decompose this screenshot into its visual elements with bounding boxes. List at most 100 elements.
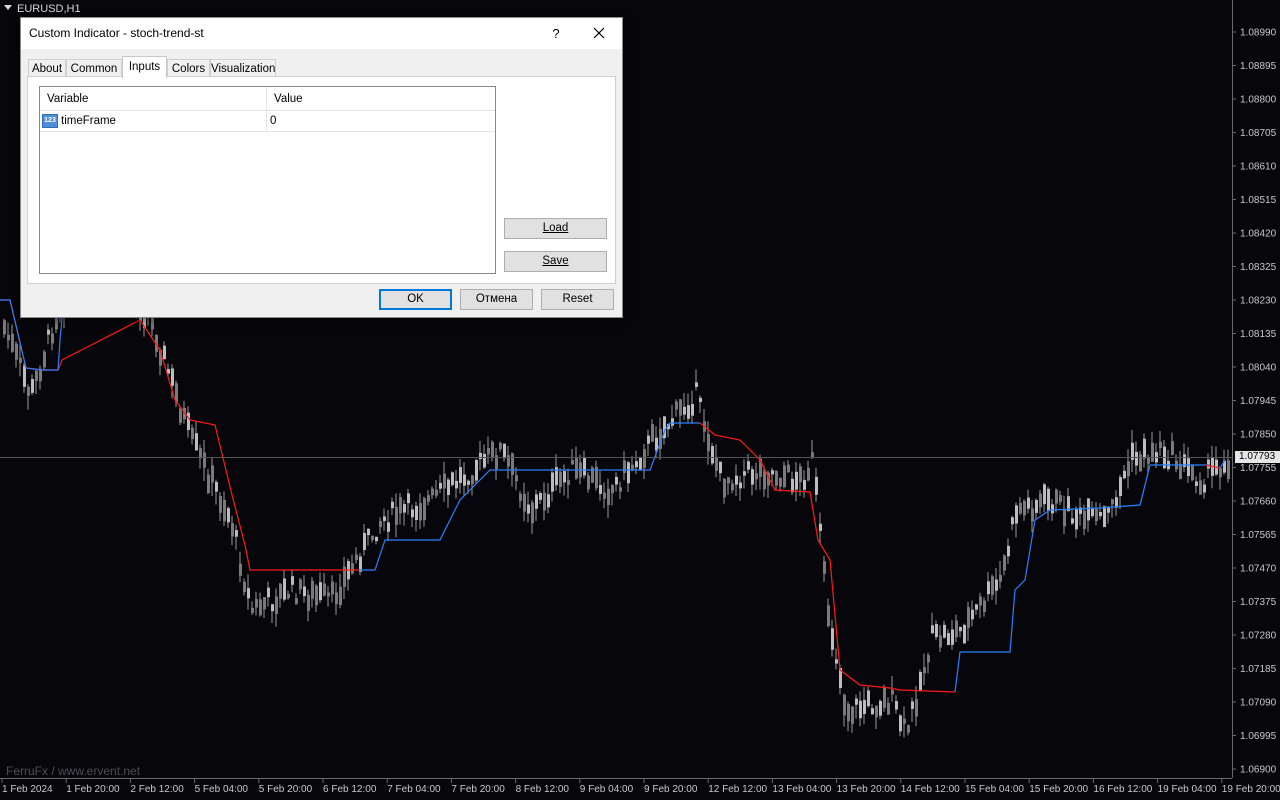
candle-body [1191,465,1194,481]
candle-body [243,581,246,593]
candle-body [463,474,466,486]
save-button[interactable]: Save [504,251,607,272]
candle-body [475,460,478,481]
candle-body [883,687,886,708]
trend-up-line [360,422,700,571]
candle-body [623,460,626,473]
candle-body [443,473,446,489]
candle-body [371,535,374,540]
candle-body [991,576,994,595]
chart-symbol-label[interactable]: EURUSD,H1 [4,3,81,15]
candle-body [1071,518,1074,524]
dialog-body: About Common Inputs Colors Visualization… [21,49,622,317]
candle-body [1111,499,1114,505]
symbol-text: EURUSD,H1 [17,3,81,15]
candle-body [395,506,398,525]
candle-body [11,333,14,352]
candle-body [439,482,442,489]
candle-body [575,457,578,479]
ok-button[interactable]: OK [379,289,452,310]
candle-body [639,457,642,470]
candle-body [291,576,294,585]
help-button[interactable]: ? [543,21,569,47]
candle-body [1059,495,1062,502]
candle-body [319,582,322,601]
candle-body [1147,457,1150,464]
candle-body [1031,508,1034,522]
candle-body [975,604,978,610]
candle-body [603,492,606,499]
candle-body [327,592,330,597]
candle-body [559,471,562,487]
variable-value[interactable]: 0 [270,111,276,131]
candle-body [1203,484,1206,493]
candle-body [263,597,266,610]
tab-about[interactable]: About [28,59,66,77]
time-label: 1 Feb 20:00 [66,784,120,795]
candle-body [971,609,974,620]
candle-body [951,629,954,645]
candle-body [927,655,930,663]
price-label: 1.08990 [1240,28,1277,39]
candle-body [407,493,410,504]
inputs-grid[interactable]: Variable Value 123 timeFrame 0 [39,86,496,274]
candle-body [879,700,882,716]
candle-body [1103,506,1106,527]
tab-inputs[interactable]: Inputs [122,56,167,78]
candle-body [611,485,614,494]
candle-body [707,433,710,452]
close-button[interactable] [586,21,612,47]
candle-body [1099,512,1102,517]
reset-button[interactable]: Reset [541,289,614,310]
candle-body [871,708,874,715]
candle-body [411,509,414,518]
price-label: 1.07280 [1240,631,1277,642]
load-button[interactable]: Load [504,218,607,239]
candle-body [191,427,194,439]
time-label: 14 Feb 12:00 [901,784,960,795]
candle-body [955,620,958,638]
candle-body [715,456,718,471]
column-value[interactable]: Value [267,87,495,110]
price-label: 1.07660 [1240,497,1277,508]
number-icon: 123 [42,114,58,128]
tab-common[interactable]: Common [66,59,122,77]
candle-body [31,379,34,393]
candle-body [831,628,834,650]
cancel-button[interactable]: Отмена [460,289,533,310]
candle-body [375,536,378,542]
candle-body [1087,498,1090,521]
price-label: 1.07375 [1240,597,1277,608]
dropdown-triangle-icon [4,5,12,10]
time-label: 1 Feb 2024 [2,784,53,795]
load-label: Load [542,222,569,234]
candle-body [1015,505,1018,524]
dialog-titlebar[interactable]: Custom Indicator - stoch-trend-st ? [21,18,622,49]
table-row[interactable]: 123 timeFrame 0 [40,111,495,132]
candle-body [187,412,190,431]
candle-body [1055,489,1058,504]
candle-body [1219,468,1222,478]
candle-body [19,357,22,363]
candle-body [1011,517,1014,525]
trend-down-line [699,422,956,693]
candle-body [935,624,938,638]
candle-body [51,333,54,344]
candle-body [487,447,490,455]
candle-body [3,320,6,335]
candle-body [1091,508,1094,517]
tab-visualization[interactable]: Visualization [210,59,276,77]
price-label: 1.08895 [1240,61,1277,72]
candle-body [891,689,894,695]
price-label: 1.08230 [1240,296,1277,307]
candle-body [1019,502,1022,514]
candle-body [915,699,918,717]
column-variable[interactable]: Variable [40,87,266,110]
candle-body [323,583,326,596]
tab-colors[interactable]: Colors [167,59,210,77]
candle-body [455,480,458,489]
candle-body [1063,509,1066,527]
candle-body [867,690,870,707]
candle-body [787,464,790,473]
candle-body [903,718,906,724]
